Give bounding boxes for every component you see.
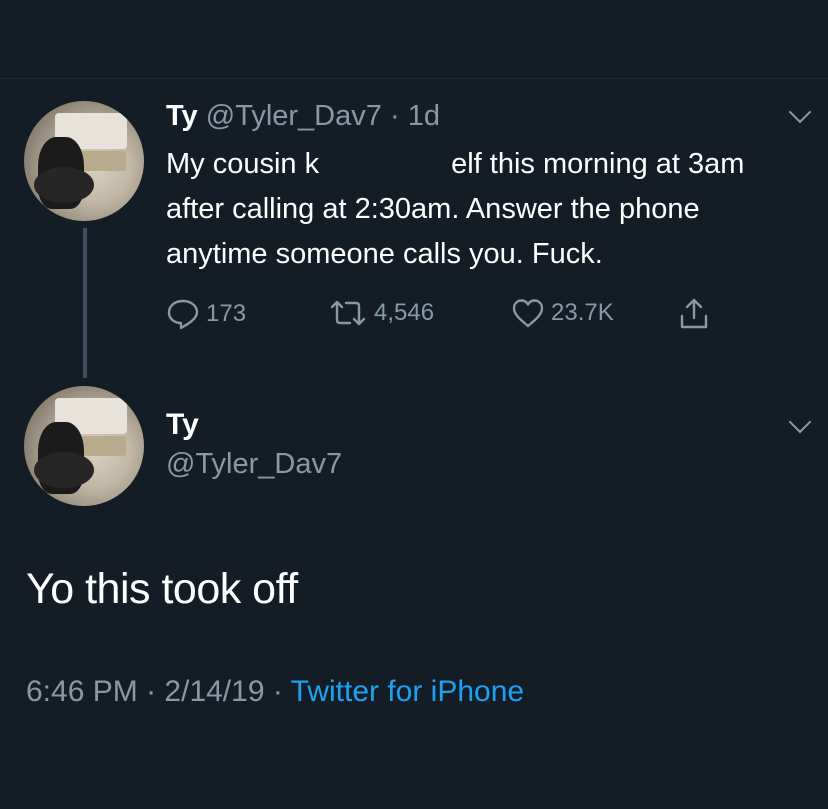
tweet-time: 6:46 PM [26, 675, 138, 708]
tweet-meta: 6:46 PM · 2/14/19 · Twitter for iPhone [26, 675, 524, 709]
reply-icon [167, 299, 199, 330]
chevron-down-icon[interactable] [788, 100, 812, 124]
tweet-source-link[interactable]: Twitter for iPhone [291, 675, 524, 708]
reply-count: 173 [206, 300, 247, 327]
redacted-area [319, 152, 452, 179]
retweet-count: 4,546 [374, 299, 435, 326]
separator: · [272, 675, 283, 708]
chevron-down-icon[interactable] [788, 410, 812, 434]
author-handle[interactable]: @Tyler_Dav7 [206, 100, 382, 132]
tweet-actions: 173 4,546 23.7K [166, 298, 766, 338]
separator: · [389, 100, 400, 132]
share-button[interactable] [678, 298, 710, 330]
share-icon [680, 298, 708, 329]
divider [0, 78, 828, 79]
avatar[interactable] [24, 386, 144, 506]
tweet-text: My cousin k elf this morning at 3am after… [166, 142, 806, 277]
retweet-button[interactable]: 4,546 [328, 298, 434, 328]
avatar[interactable] [24, 101, 144, 221]
reply-author-name[interactable]: Ty [166, 408, 199, 442]
reply-button[interactable]: 173 [166, 298, 246, 330]
separator: · [146, 675, 157, 708]
like-count: 23.7K [551, 299, 614, 326]
tweet-text-start: My cousin k [166, 148, 320, 180]
thread-line [83, 228, 87, 378]
like-button[interactable]: 23.7K [511, 298, 614, 328]
retweet-icon [330, 300, 366, 326]
like-icon [512, 299, 544, 328]
tweet-age: 1d [407, 100, 440, 132]
tweet-date: 2/14/19 [164, 675, 265, 708]
reply-author-handle[interactable]: @Tyler_Dav7 [166, 448, 342, 481]
reply-text: Yo this took off [26, 565, 298, 613]
author-name[interactable]: Ty [166, 100, 198, 132]
tweet-header: Ty @Tyler_Dav7 · 1d [166, 100, 440, 133]
tweet-thread-screen: Ty @Tyler_Dav7 · 1d My cousin k elf this … [0, 0, 828, 809]
